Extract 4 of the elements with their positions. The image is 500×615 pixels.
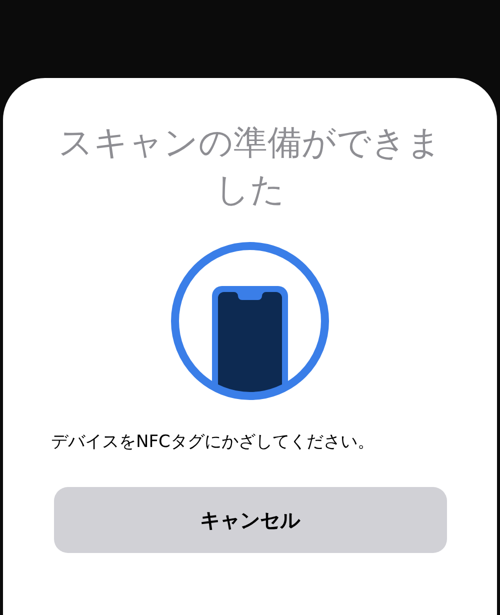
phone-in-circle-icon <box>171 242 329 400</box>
instruction-text: デバイスをNFCタグにかざしてください。 <box>51 431 374 453</box>
cancel-button[interactable]: キャンセル <box>54 487 446 553</box>
dialog-title: スキャンの準備ができました <box>58 122 442 212</box>
